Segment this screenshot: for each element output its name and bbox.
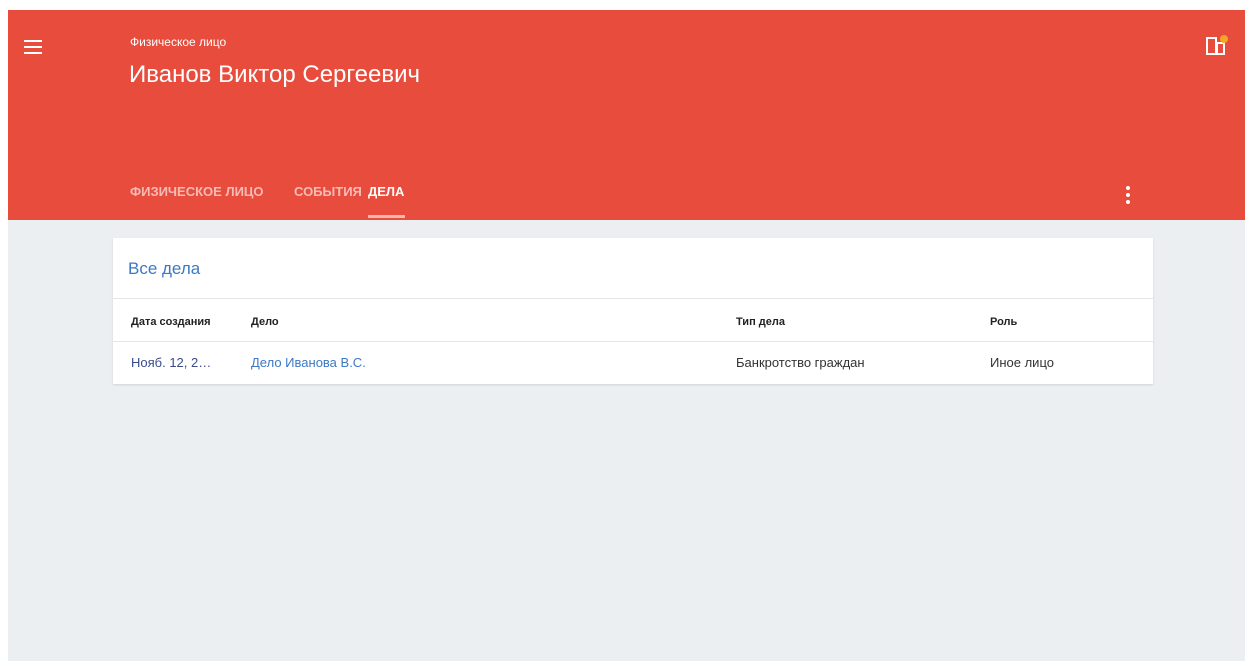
tab-person[interactable]: ФИЗИЧЕСКОЕ ЛИЦО xyxy=(130,184,264,199)
app-switch-icon[interactable] xyxy=(1204,34,1230,58)
more-vert-icon[interactable] xyxy=(1123,186,1133,204)
column-header-case[interactable]: Дело xyxy=(251,316,279,328)
tab-cases[interactable]: ДЕЛА xyxy=(368,184,404,199)
divider xyxy=(113,341,1153,342)
app-window: Физическое лицо Иванов Виктор Сергеевич … xyxy=(8,10,1245,661)
tab-events[interactable]: СОБЫТИЯ xyxy=(294,184,362,199)
divider xyxy=(113,298,1153,299)
column-header-role[interactable]: Роль xyxy=(990,316,1017,328)
column-header-type[interactable]: Тип дела xyxy=(736,316,785,328)
case-type: Банкротство граждан xyxy=(736,355,865,370)
menu-icon[interactable] xyxy=(24,40,42,54)
cases-card: Все дела Дата создания Дело Тип дела Рол… xyxy=(113,238,1153,384)
cases-card-title: Все дела xyxy=(128,259,201,278)
case-role: Иное лицо xyxy=(990,355,1054,370)
header-bar: Физическое лицо Иванов Виктор Сергеевич … xyxy=(8,10,1245,220)
case-link[interactable]: Дело Иванова В.С. xyxy=(251,355,366,370)
active-tab-indicator xyxy=(368,215,405,218)
page-title: Иванов Виктор Сергеевич xyxy=(129,61,420,88)
column-header-date[interactable]: Дата создания xyxy=(131,316,211,328)
case-date[interactable]: Нояб. 12, 2… xyxy=(131,355,211,370)
entity-type-label: Физическое лицо xyxy=(130,35,227,49)
